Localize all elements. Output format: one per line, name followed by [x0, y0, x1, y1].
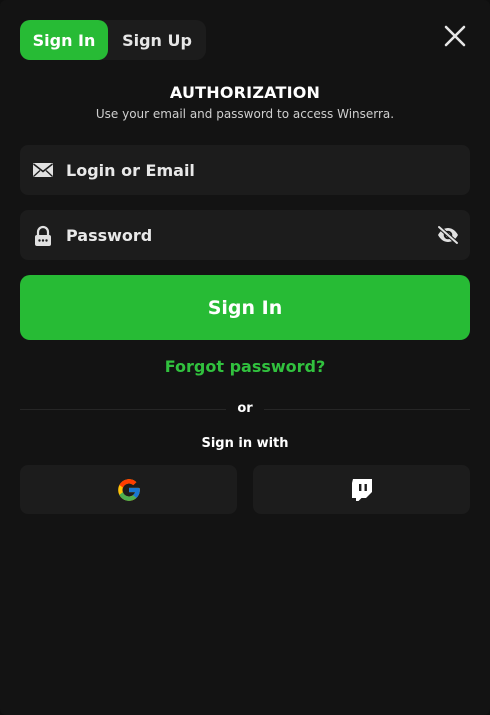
- page-title: AUTHORIZATION: [169, 83, 321, 102]
- login-input[interactable]: [66, 145, 426, 195]
- auth-tabs: Sign In Sign Up: [20, 20, 206, 60]
- close-icon[interactable]: [442, 23, 468, 49]
- google-signin-button[interactable]: [20, 465, 237, 514]
- or-separator: or: [237, 401, 253, 416]
- auth-modal: Sign In Sign Up AUTHORIZATION Use your e…: [0, 0, 490, 715]
- twitch-signin-button[interactable]: [253, 465, 470, 514]
- envelope-icon: [32, 160, 54, 180]
- password-input[interactable]: [66, 210, 426, 260]
- page-subtitle: Use your email and password to access Wi…: [95, 107, 395, 121]
- lock-icon: [32, 225, 54, 246]
- login-field: [20, 145, 470, 195]
- eye-slash-icon[interactable]: [436, 224, 460, 246]
- twitch-icon: [352, 479, 372, 501]
- sign-in-button[interactable]: Sign In: [20, 275, 470, 340]
- social-signin-label: Sign in with: [201, 436, 289, 451]
- tab-sign-in[interactable]: Sign In: [20, 20, 108, 60]
- forgot-password-link[interactable]: Forgot password?: [0, 357, 490, 376]
- google-icon: [118, 479, 140, 501]
- tab-sign-up[interactable]: Sign Up: [108, 20, 206, 60]
- password-field: [20, 210, 470, 260]
